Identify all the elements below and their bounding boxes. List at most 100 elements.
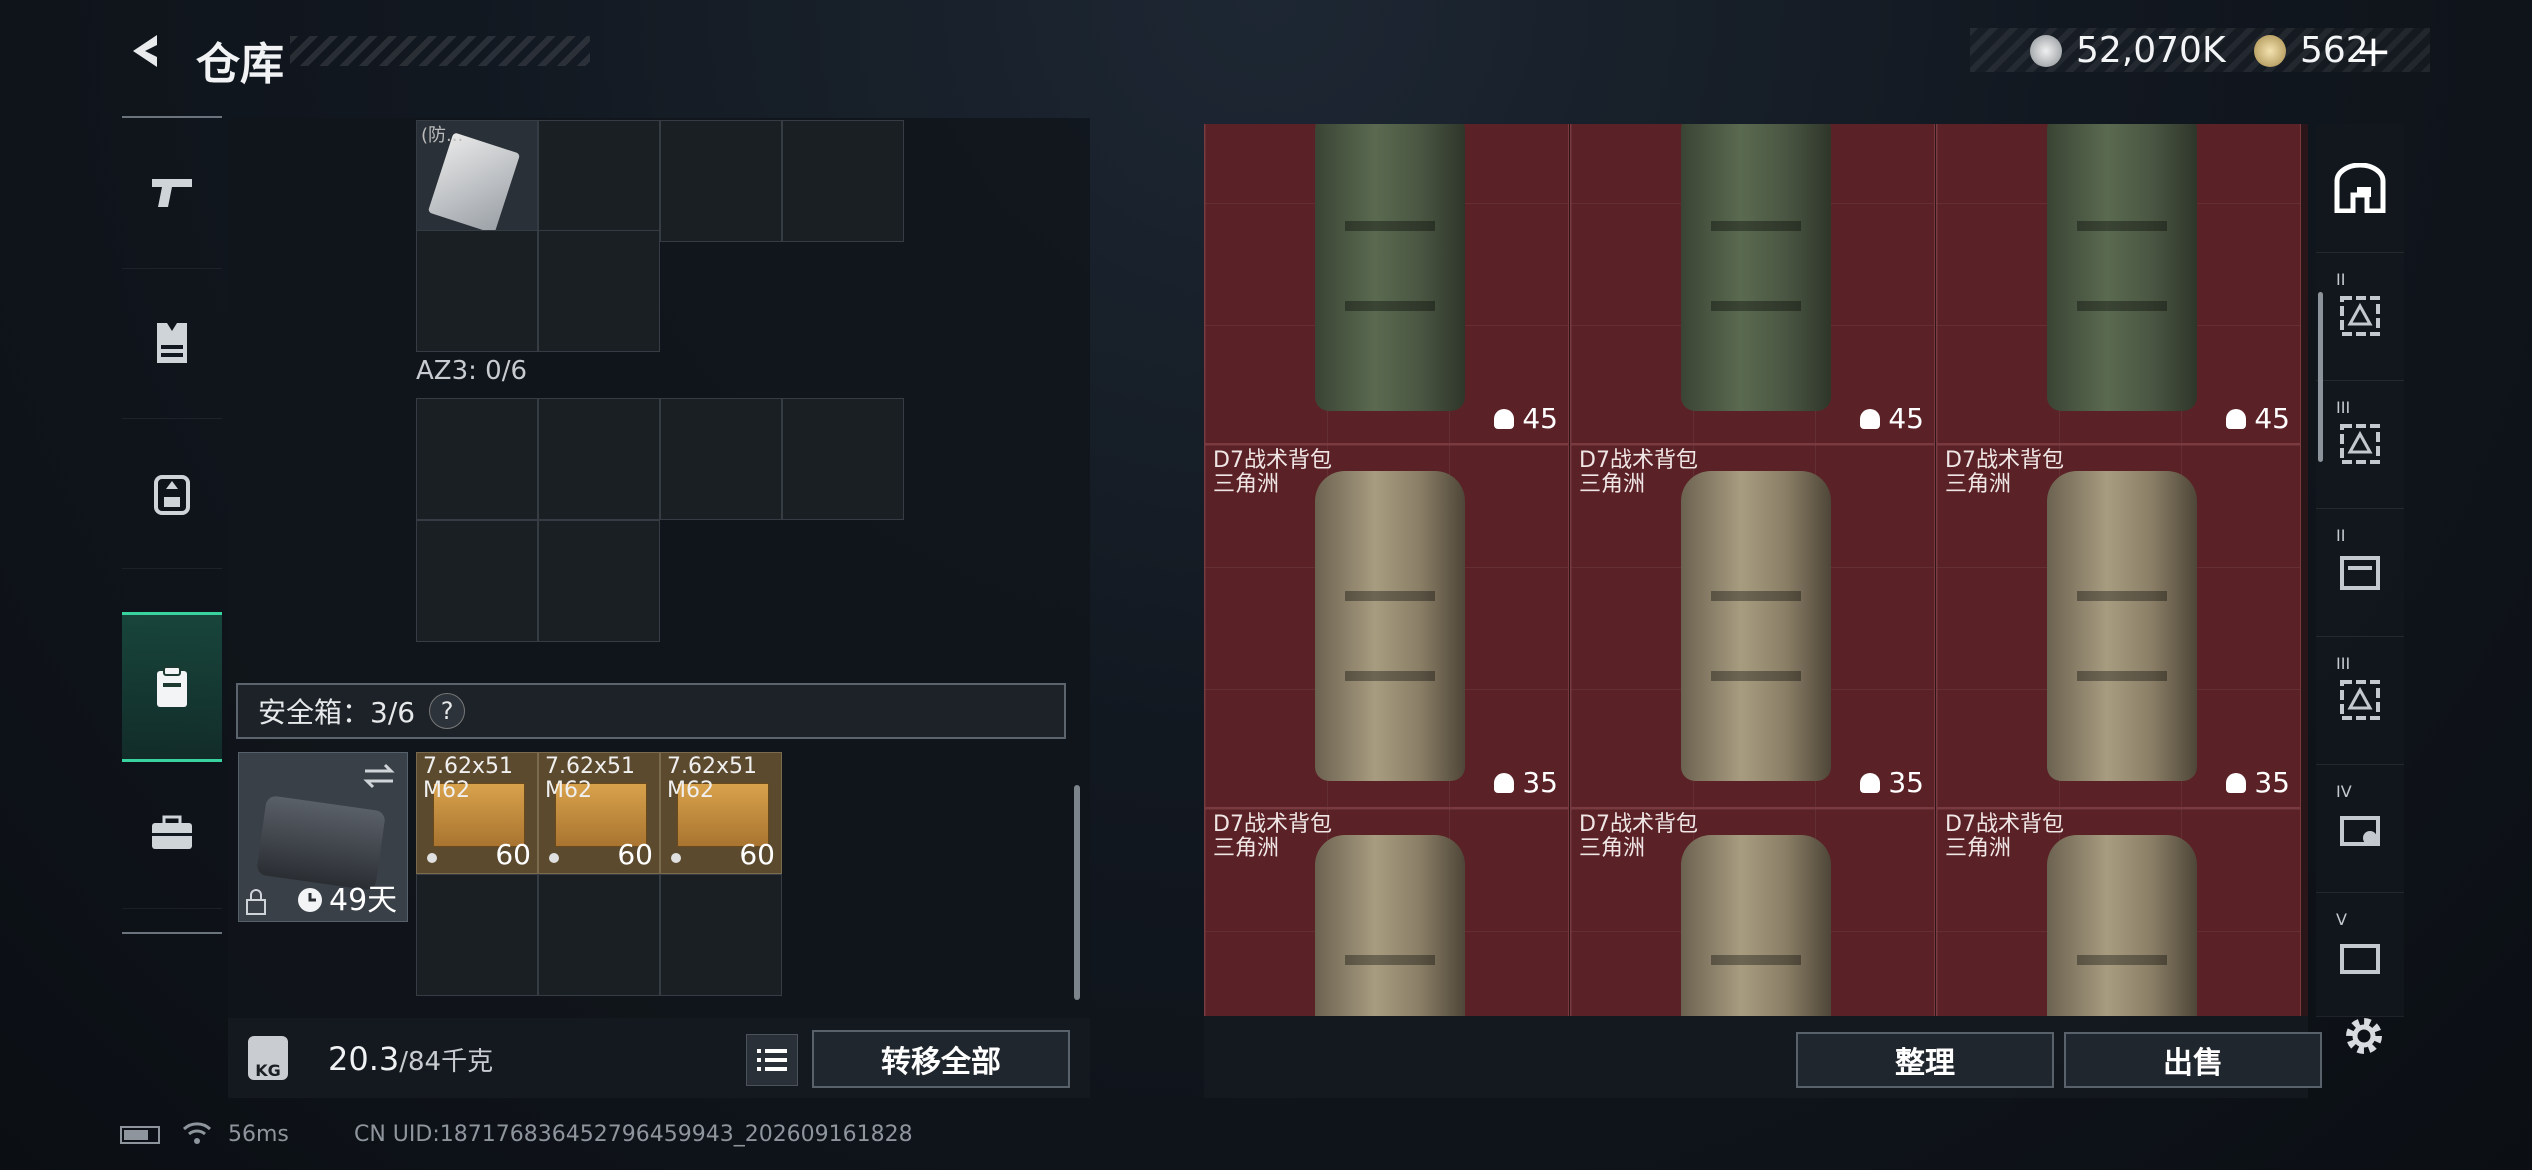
weight-icon xyxy=(1494,772,1515,793)
backpack-item[interactable]: 45 xyxy=(1204,124,1569,444)
ammo-slot[interactable]: 7.62x51 M62 60 xyxy=(660,752,782,874)
case-level-icon xyxy=(2340,424,2380,464)
organize-button[interactable]: 整理 xyxy=(1796,1032,2054,1088)
backpack-image xyxy=(1315,124,1465,411)
clock-icon xyxy=(298,888,322,912)
grid-cell[interactable] xyxy=(416,398,538,520)
armor-vest-icon xyxy=(157,323,187,363)
back-button[interactable] xyxy=(120,26,170,76)
az3-label: AZ3: 0/6 xyxy=(416,356,528,386)
swap-icon[interactable] xyxy=(361,761,397,791)
grid-cell[interactable] xyxy=(782,398,904,520)
ammo-count: 60 xyxy=(617,838,653,871)
ammo-slot[interactable]: 7.62x51 M62 60 xyxy=(538,752,660,874)
list-view-button[interactable] xyxy=(746,1034,798,1086)
ammo-name: 7.62x51 M62 xyxy=(545,754,635,803)
item-card-image xyxy=(427,132,521,234)
grid-cell[interactable] xyxy=(538,874,660,996)
wifi-icon xyxy=(182,1122,212,1144)
case-level-icon xyxy=(2340,944,2380,974)
gold-coin-icon xyxy=(2254,34,2286,67)
tab-case-6[interactable]: IV xyxy=(2316,764,2404,893)
backpack-item[interactable]: D7战术背包 三角洲 35 xyxy=(1204,444,1569,808)
grid-cell[interactable] xyxy=(782,120,904,242)
grid-cell[interactable] xyxy=(538,120,660,242)
grid-cell[interactable] xyxy=(416,874,538,996)
transfer-all-button[interactable]: 转移全部 xyxy=(812,1030,1070,1088)
item-value: 35 xyxy=(1860,766,1924,799)
grid-cell[interactable] xyxy=(416,230,538,352)
tab-case-3[interactable]: III xyxy=(2316,380,2404,509)
left-scrollbar[interactable] xyxy=(1074,785,1080,1000)
ammo-slot[interactable]: 7.62x51 M62 60 xyxy=(416,752,538,874)
item-name: D7战术背包 三角洲 xyxy=(1213,448,1332,497)
backpack-image xyxy=(2047,471,2197,781)
grid-cell[interactable] xyxy=(660,874,782,996)
tab-case-2[interactable]: II xyxy=(2316,252,2404,381)
toolbox-icon xyxy=(152,815,192,849)
weight-icon xyxy=(1494,408,1515,429)
grid-cell[interactable] xyxy=(538,230,660,352)
item-name: D7战术背包 三角洲 xyxy=(1945,812,2064,861)
backpack-item[interactable]: D7战术背包 三角洲 xyxy=(1936,808,2301,1016)
backpack-item[interactable]: 45 xyxy=(1570,124,1935,444)
uid-readout: CN UID:18717683645279645994​3_2026091618… xyxy=(354,1122,913,1147)
backpack-image xyxy=(1681,124,1831,411)
category-tools[interactable] xyxy=(122,758,222,909)
tab-case-7[interactable]: V xyxy=(2316,892,2404,1017)
grid-cell[interactable] xyxy=(538,520,660,642)
sell-button[interactable]: 出售 xyxy=(2064,1032,2322,1088)
backpack-item[interactable]: 45 xyxy=(1936,124,2301,444)
case-level-icon xyxy=(2340,680,2380,720)
category-safe-box[interactable] xyxy=(122,612,222,762)
grid-cell[interactable] xyxy=(538,398,660,520)
item-value: 35 xyxy=(2226,766,2290,799)
ammo-count: 60 xyxy=(739,838,775,871)
tab-stash[interactable] xyxy=(2316,124,2404,253)
silver-coin-icon xyxy=(2030,34,2062,67)
tab-rail-scrollbar[interactable] xyxy=(2318,292,2323,462)
page-title: 仓库 xyxy=(196,39,284,90)
grid-cell[interactable] xyxy=(416,520,538,642)
tab-case-5[interactable]: III xyxy=(2316,636,2404,765)
back-arrow-icon xyxy=(133,35,157,67)
ammo-count: 60 xyxy=(495,838,531,871)
category-backpack[interactable] xyxy=(122,418,222,569)
grid-cell[interactable] xyxy=(660,398,782,520)
safe-case-item[interactable]: 49天 xyxy=(238,752,408,922)
item-value: 45 xyxy=(1494,402,1558,435)
currency-bond: 562 xyxy=(2254,30,2369,71)
item-label: (防... xyxy=(421,125,464,146)
ping-readout: 56ms xyxy=(228,1122,289,1147)
backpack-item[interactable]: D7战术背包 三角洲 xyxy=(1204,808,1569,1016)
help-button[interactable]: ? xyxy=(429,693,466,729)
weight-current: 20.3 xyxy=(328,1040,400,1078)
case-duration: 49天 xyxy=(329,883,398,918)
status-dot xyxy=(549,853,559,863)
tab-case-4[interactable]: II xyxy=(2316,508,2404,637)
add-currency-button[interactable]: + xyxy=(2355,26,2392,77)
backpack-image xyxy=(1315,471,1465,781)
item-name: D7战术背包 三角洲 xyxy=(1579,448,1698,497)
case-level-icon xyxy=(2340,296,2380,336)
gear-icon xyxy=(2346,1018,2382,1054)
backpack-item[interactable]: D7战术背包 三角洲 xyxy=(1570,808,1935,1016)
backpack-image xyxy=(1315,835,1465,1016)
category-armor[interactable] xyxy=(122,268,222,419)
safe-box-grid: 7.62x51 M62 60 7.62x51 M62 60 7.62x51 M6… xyxy=(416,752,786,996)
pistol-icon xyxy=(152,179,192,207)
clipboard-icon xyxy=(157,666,187,707)
ammo-name: 7.62x51 M62 xyxy=(423,754,513,803)
item-slot[interactable]: (防... xyxy=(416,120,538,242)
item-name: D7战术背包 三角洲 xyxy=(1213,812,1332,861)
backpack-item[interactable]: D7战术背包 三角洲 35 xyxy=(1570,444,1935,808)
item-value: 35 xyxy=(1494,766,1558,799)
weight-icon: KG xyxy=(248,1036,288,1080)
weight-icon xyxy=(1860,408,1881,429)
case-level-icon xyxy=(2340,816,2380,846)
list-icon xyxy=(757,1049,787,1071)
grid-cell[interactable] xyxy=(660,120,782,242)
backpack-item[interactable]: D7战术背包 三角洲 35 xyxy=(1936,444,2301,808)
settings-button[interactable] xyxy=(2336,1008,2392,1064)
category-weapons[interactable] xyxy=(122,118,222,269)
